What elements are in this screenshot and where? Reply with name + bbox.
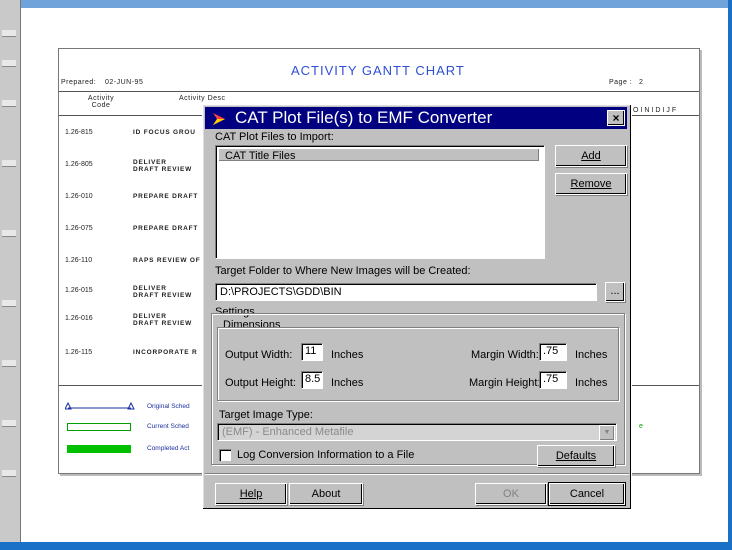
close-icon: × <box>612 111 620 125</box>
margin-width-input[interactable]: .75 <box>539 343 567 361</box>
row-desc: DELIVER DRAFT REVIEW <box>133 313 193 327</box>
ok-button[interactable]: OK <box>475 483 547 505</box>
legend-completed: Completed Act <box>147 445 190 452</box>
output-height-unit: Inches <box>331 377 364 389</box>
row-code: 1.26-075 <box>65 225 93 232</box>
log-label: Log Conversion Information to a File <box>237 449 415 461</box>
row-code: 1.26-110 <box>65 257 93 264</box>
row-code: 1.26-815 <box>65 129 93 136</box>
legend-original: Original Sched <box>147 403 190 410</box>
col-activity-code: Activity Code <box>87 95 115 109</box>
output-width-label: Output Width: <box>225 349 293 361</box>
page-label: Page : <box>609 79 633 86</box>
margin-width-unit: Inches <box>575 349 608 361</box>
toolbar-segment[interactable] <box>2 470 16 477</box>
image-type-value: (EMF) - Enhanced Metafile <box>222 426 354 438</box>
toolbar-segment[interactable] <box>2 420 16 427</box>
margin-height-unit: Inches <box>575 377 608 389</box>
row-code: 1.26-805 <box>65 161 93 168</box>
cancel-button[interactable]: Cancel <box>548 482 626 506</box>
output-width-unit: Inches <box>331 349 364 361</box>
add-button-label: Add <box>581 150 601 162</box>
legend-completed-symbol <box>67 445 131 453</box>
gantt-title: ACTIVITY GANTT CHART <box>291 63 465 78</box>
toolbar-segment[interactable] <box>2 160 16 167</box>
about-button[interactable]: About <box>289 483 363 505</box>
output-height-input[interactable]: 8.5 <box>301 371 323 389</box>
import-file-list[interactable]: CAT Title Files <box>215 145 545 259</box>
row-desc: RAPS REVIEW OF <box>133 257 201 264</box>
toolbar-segment[interactable] <box>2 230 16 237</box>
margin-width-label: Margin Width: <box>471 349 539 361</box>
prepared-label: Prepared: <box>61 79 97 86</box>
output-height-label: Output Height: <box>225 377 296 389</box>
row-desc: ID FOCUS GROU <box>133 129 196 136</box>
app-icon <box>213 113 225 125</box>
toolbar-segment[interactable] <box>2 300 16 307</box>
target-folder-input[interactable]: D:\PROJECTS\GDD\BIN <box>215 283 597 301</box>
bottom-edge <box>0 542 732 550</box>
row-desc: PREPARE DRAFT <box>133 193 199 200</box>
list-column-header[interactable]: CAT Title Files <box>218 148 540 162</box>
about-button-label: About <box>311 488 341 500</box>
toolbar-segment[interactable] <box>2 30 16 37</box>
browse-button[interactable]: ... <box>605 282 625 302</box>
legend-current: Current Sched <box>147 423 189 430</box>
target-folder-label: Target Folder to Where New Images will b… <box>215 265 471 277</box>
import-label: CAT Plot Files to Import: <box>215 131 334 143</box>
toolbar-segment[interactable] <box>2 60 16 67</box>
row-desc: PREPARE DRAFT <box>133 225 199 232</box>
row-code: 1.26-115 <box>65 349 93 356</box>
chevron-down-icon[interactable]: ▼ <box>599 425 615 441</box>
remove-button-label: Remove <box>570 178 612 190</box>
col-description: Activity Desc <box>179 95 226 102</box>
legend-current-symbol <box>67 423 131 431</box>
row-code: 1.26-015 <box>65 287 93 294</box>
dimensions-group <box>217 327 619 401</box>
defaults-button[interactable]: Defaults <box>537 445 615 467</box>
margin-height-input[interactable]: .75 <box>539 371 567 389</box>
close-button[interactable]: × <box>607 110 625 126</box>
right-header-letters: OINIDIJF <box>633 107 679 114</box>
add-button[interactable]: Add <box>555 145 627 167</box>
top-strip <box>0 0 732 8</box>
output-width-input[interactable]: 11 <box>301 343 323 361</box>
prepared-date: 02-JUN-95 <box>105 79 144 86</box>
margin-height-label: Margin Height: <box>469 377 541 389</box>
row-code: 1.26-010 <box>65 193 93 200</box>
row-desc: DELIVER DRAFT REVIEW <box>133 285 193 299</box>
row-code: 1.26-016 <box>65 315 93 322</box>
right-fragment: e <box>639 423 644 430</box>
log-checkbox[interactable] <box>219 449 231 461</box>
converter-dialog: CAT Plot File(s) to EMF Converter × CAT … <box>202 104 632 510</box>
row-desc: DELIVER DRAFT REVIEW <box>133 159 193 173</box>
help-button-label: Help <box>239 488 263 500</box>
toolbar-segment[interactable] <box>2 360 16 367</box>
image-type-label: Target Image Type: <box>219 409 313 421</box>
right-edge <box>728 0 732 550</box>
toolbar-segment[interactable] <box>2 100 16 107</box>
defaults-button-label: Defaults <box>555 450 597 462</box>
row-desc: INCORPORATE R <box>133 349 198 356</box>
help-button[interactable]: Help <box>215 483 287 505</box>
image-type-select[interactable]: (EMF) - Enhanced Metafile ▼ <box>217 423 617 441</box>
header-rule <box>59 91 699 92</box>
dialog-title-bar[interactable]: CAT Plot File(s) to EMF Converter × <box>205 107 627 129</box>
remove-button[interactable]: Remove <box>555 173 627 195</box>
left-toolbar <box>0 0 21 550</box>
dialog-divider <box>205 473 629 474</box>
page-number: 2 <box>639 79 644 86</box>
dialog-title: CAT Plot File(s) to EMF Converter <box>235 108 493 127</box>
legend-original-symbol <box>65 401 135 410</box>
